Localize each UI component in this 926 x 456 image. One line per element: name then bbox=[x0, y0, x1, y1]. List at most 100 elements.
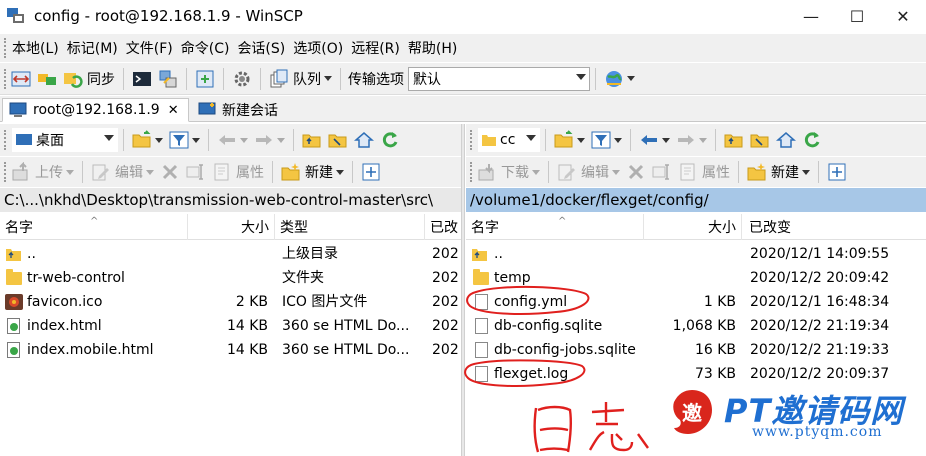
chevron-down-icon[interactable] bbox=[277, 137, 285, 143]
chevron-down-icon[interactable] bbox=[699, 137, 707, 143]
right-root-dir-button[interactable] bbox=[747, 127, 773, 153]
queue-button[interactable]: 队列 bbox=[266, 66, 335, 92]
column-header-name[interactable]: 名字 ^ bbox=[0, 214, 188, 240]
table-row[interactable]: .. 2020/12/1 14:09:55 bbox=[466, 242, 926, 266]
maximize-button[interactable]: ☐ bbox=[834, 0, 880, 32]
network-button[interactable] bbox=[601, 66, 638, 92]
right-home-button[interactable] bbox=[773, 127, 799, 153]
left-edit-label: 编辑 bbox=[115, 165, 143, 181]
right-back-button[interactable] bbox=[636, 127, 673, 153]
desktop-icon bbox=[16, 133, 32, 147]
preferences-button[interactable] bbox=[229, 66, 255, 92]
parent-folder-icon bbox=[302, 130, 322, 150]
right-path-bar[interactable]: /volume1/docker/flexget/config/ bbox=[466, 188, 926, 212]
transfer-settings-value: 默认 bbox=[413, 71, 441, 88]
right-edit-button[interactable]: 编辑 bbox=[554, 159, 623, 185]
download-button[interactable]: 下载 bbox=[474, 159, 543, 185]
right-select-button[interactable] bbox=[824, 159, 850, 185]
chevron-down-icon[interactable] bbox=[532, 169, 540, 175]
chevron-down-icon[interactable] bbox=[66, 169, 74, 175]
right-location-select[interactable]: cc bbox=[478, 128, 540, 152]
left-location-select[interactable]: 桌面 bbox=[12, 128, 118, 152]
tab-new-session[interactable]: 新建会话 bbox=[192, 98, 288, 122]
right-rename-button[interactable] bbox=[649, 159, 675, 185]
table-row[interactable]: index.mobile.html 14 KB 360 se HTML Do..… bbox=[0, 338, 461, 362]
left-properties-button[interactable]: 属性 bbox=[209, 159, 267, 185]
compare-button[interactable] bbox=[8, 66, 34, 92]
table-row[interactable]: tr-web-control 文件夹 202 bbox=[0, 266, 461, 290]
menu-command[interactable]: 命令(C) bbox=[177, 38, 234, 58]
right-parent-dir-button[interactable] bbox=[721, 127, 747, 153]
menu-session[interactable]: 会话(S) bbox=[233, 38, 289, 58]
chevron-down-icon[interactable] bbox=[324, 76, 332, 81]
column-header-size[interactable]: 大小 bbox=[188, 214, 275, 240]
chevron-down-icon[interactable] bbox=[612, 169, 620, 175]
chevron-down-icon[interactable] bbox=[240, 137, 248, 143]
table-row[interactable]: index.html 14 KB 360 se HTML Do... 202 bbox=[0, 314, 461, 338]
column-header-changed[interactable]: 已改变 bbox=[744, 214, 926, 240]
left-select-button[interactable] bbox=[358, 159, 384, 185]
left-open-dir-button[interactable] bbox=[129, 127, 166, 153]
left-refresh-button[interactable] bbox=[377, 127, 403, 153]
left-edit-button[interactable]: 编辑 bbox=[88, 159, 157, 185]
toolbar-grip[interactable] bbox=[4, 130, 8, 150]
close-icon[interactable]: ✕ bbox=[168, 103, 179, 118]
right-refresh-button[interactable] bbox=[799, 127, 825, 153]
sync-browse-button[interactable] bbox=[34, 66, 60, 92]
tab-session[interactable]: root@192.168.1.9 ✕ bbox=[2, 98, 189, 122]
left-root-dir-button[interactable] bbox=[325, 127, 351, 153]
queue-view-button[interactable] bbox=[192, 66, 218, 92]
upload-button[interactable]: 上传 bbox=[8, 159, 77, 185]
chevron-down-icon[interactable] bbox=[614, 137, 622, 143]
table-row[interactable]: favicon.ico 2 KB ICO 图片文件 202 bbox=[0, 290, 461, 314]
home-icon bbox=[354, 130, 374, 150]
menu-help[interactable]: 帮助(H) bbox=[404, 38, 461, 58]
right-open-dir-button[interactable] bbox=[551, 127, 588, 153]
folder-icon bbox=[482, 133, 496, 147]
file-name: .. bbox=[494, 246, 503, 262]
column-header-size[interactable]: 大小 bbox=[644, 214, 742, 240]
minimize-button[interactable]: — bbox=[788, 0, 834, 32]
column-header-changed[interactable]: 已改 bbox=[425, 214, 461, 240]
close-button[interactable]: ✕ bbox=[880, 0, 926, 32]
right-delete-button[interactable] bbox=[623, 159, 649, 185]
right-new-button[interactable]: 新建 bbox=[744, 159, 813, 185]
right-properties-button[interactable]: 属性 bbox=[675, 159, 733, 185]
left-file-list[interactable]: 名字 ^ 大小 类型 已改 .. 上级目录 202 tr-web-control… bbox=[0, 214, 461, 456]
chevron-down-icon[interactable] bbox=[577, 137, 585, 143]
table-row[interactable]: .. 上级目录 202 bbox=[0, 242, 461, 266]
chevron-down-icon[interactable] bbox=[192, 137, 200, 143]
right-filter-button[interactable] bbox=[588, 127, 625, 153]
chevron-down-icon[interactable] bbox=[146, 169, 154, 175]
left-filter-button[interactable] bbox=[166, 127, 203, 153]
column-header-type[interactable]: 类型 bbox=[275, 214, 425, 240]
putty-button[interactable] bbox=[155, 66, 181, 92]
left-delete-button[interactable] bbox=[157, 159, 183, 185]
file-type: 文件夹 bbox=[282, 270, 324, 286]
menu-remote[interactable]: 远程(R) bbox=[347, 38, 404, 58]
left-new-button[interactable]: 新建 bbox=[278, 159, 347, 185]
chevron-down-icon[interactable] bbox=[336, 169, 344, 175]
left-parent-dir-button[interactable] bbox=[299, 127, 325, 153]
transfer-settings-select[interactable]: 默认 bbox=[408, 66, 590, 91]
terminal-button[interactable] bbox=[129, 66, 155, 92]
menu-local[interactable]: 本地(L) bbox=[8, 38, 63, 58]
column-header-name[interactable]: 名字 ^ bbox=[466, 214, 644, 240]
menu-mark[interactable]: 标记(M) bbox=[63, 38, 122, 58]
chevron-down-icon[interactable] bbox=[662, 137, 670, 143]
left-rename-button[interactable] bbox=[183, 159, 209, 185]
menu-file[interactable]: 文件(F) bbox=[122, 38, 177, 58]
toolbar-separator bbox=[272, 161, 273, 183]
left-home-button[interactable] bbox=[351, 127, 377, 153]
left-forward-button[interactable] bbox=[251, 127, 288, 153]
chevron-down-icon[interactable] bbox=[155, 137, 163, 143]
left-path-bar[interactable]: C:\...\nkhd\Desktop\transmission-web-con… bbox=[0, 188, 461, 212]
chevron-down-icon[interactable] bbox=[802, 169, 810, 175]
chevron-down-icon[interactable] bbox=[627, 76, 635, 81]
refresh-icon bbox=[380, 130, 400, 150]
right-forward-button[interactable] bbox=[673, 127, 710, 153]
menu-options[interactable]: 选项(O) bbox=[289, 38, 347, 58]
toolbar-grip[interactable] bbox=[470, 130, 474, 150]
sync-button[interactable]: 同步 bbox=[60, 66, 118, 92]
left-back-button[interactable] bbox=[214, 127, 251, 153]
